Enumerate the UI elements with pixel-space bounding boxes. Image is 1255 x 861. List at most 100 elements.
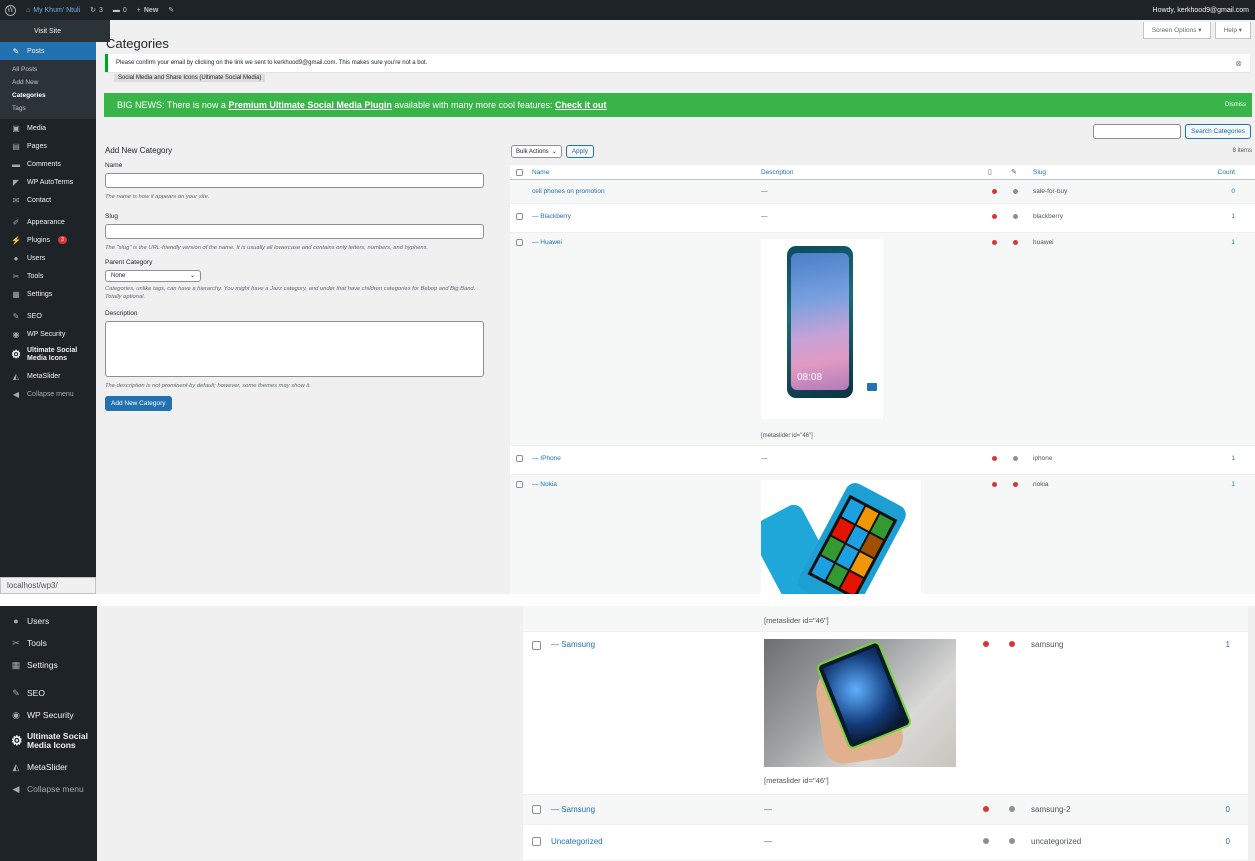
wp-logo-menu[interactable]: W xyxy=(0,0,21,20)
sidebar-item-label: Collapse menu xyxy=(27,784,84,794)
row-checkbox[interactable] xyxy=(516,481,523,488)
apply-button[interactable]: Apply xyxy=(565,145,594,158)
my-account-menu[interactable]: Howdy, kerkhood9@gmail.com xyxy=(1148,0,1255,20)
name-label: Name xyxy=(105,162,123,169)
category-count-link[interactable]: 0 xyxy=(1226,805,1230,814)
search-input[interactable] xyxy=(1093,124,1182,139)
readability-status-dot xyxy=(1009,838,1015,844)
site-name-menu[interactable]: ⌂ My Khum' Ntuli xyxy=(21,0,85,20)
sidebar-item-label: WP AutoTerms xyxy=(27,178,74,186)
sidebar-item-comments[interactable]: ▬ Comments xyxy=(0,155,96,173)
row-checkbox[interactable] xyxy=(532,805,541,814)
category-name-link[interactable]: — Samsung xyxy=(551,805,595,814)
category-name-link[interactable]: cell phones on promotion xyxy=(532,188,605,195)
category-name-link[interactable]: — Blackberry xyxy=(532,213,571,220)
visit-site-label: Visit Site xyxy=(34,27,62,35)
category-name-link[interactable]: Uncategorized xyxy=(551,837,603,846)
sidebar-item-metaslider[interactable]: ◭ MetaSlider xyxy=(0,756,97,778)
metaslider-icon: ◭ xyxy=(12,371,20,381)
sidebar-item-users[interactable]: ● Users xyxy=(0,610,97,632)
status-bar-url: localhost/wp3/ xyxy=(0,577,96,594)
sidebar-collapse-menu[interactable]: ◀ Collapse menu xyxy=(0,778,97,800)
submenu-categories[interactable]: Categories xyxy=(0,89,96,102)
column-slug[interactable]: Slug xyxy=(1033,169,1046,176)
sidebar-item-label: Users xyxy=(27,254,46,262)
dismiss-icon[interactable]: ⊗ xyxy=(1235,59,1242,68)
category-name-link[interactable]: — Huawei xyxy=(532,239,562,246)
row-checkbox[interactable] xyxy=(516,213,523,220)
sidebar-item-settings[interactable]: ▦ Settings xyxy=(0,654,97,676)
new-content-menu[interactable]: + New xyxy=(132,0,164,20)
column-description[interactable]: Description xyxy=(761,169,794,176)
updates-menu[interactable]: ↻ 3 xyxy=(85,0,108,20)
sidebar-item-wp-security[interactable]: ◉ WP Security xyxy=(0,704,97,726)
category-count-link[interactable]: 0 xyxy=(1226,837,1230,846)
sidebar-item-ultimate-social[interactable]: ⚙ Ultimate Social Media Icons xyxy=(0,343,96,367)
sidebar-item-tools[interactable]: ✂ Tools xyxy=(0,267,96,285)
select-all-checkbox[interactable] xyxy=(516,169,523,176)
sidebar-item-pages[interactable]: ▤ Pages xyxy=(0,137,96,155)
submenu-all-posts[interactable]: All Posts xyxy=(0,63,96,76)
sidebar-item-settings[interactable]: ▦ Settings xyxy=(0,285,96,303)
category-description: — xyxy=(761,213,768,220)
column-count[interactable]: Count xyxy=(1218,169,1235,176)
readability-status-dot xyxy=(1009,806,1015,812)
add-new-category-button[interactable]: Add New Category xyxy=(105,395,172,411)
row-checkbox[interactable] xyxy=(516,455,523,462)
sidebar-item-wp-security[interactable]: ◉ WP Security xyxy=(0,325,96,343)
category-count-link[interactable]: 1 xyxy=(1231,481,1235,488)
sidebar-item-label: WP Security xyxy=(27,330,66,338)
premium-plugin-link[interactable]: Premium Ultimate Social Media Plugin xyxy=(228,100,392,110)
submenu-tags[interactable]: Tags xyxy=(0,102,96,115)
category-count-link[interactable]: 1 xyxy=(1231,239,1235,246)
help-button[interactable]: Help ▾ xyxy=(1214,22,1251,39)
category-count-link[interactable]: 1 xyxy=(1231,213,1235,220)
name-input[interactable] xyxy=(105,173,484,188)
seo-status-dot xyxy=(992,240,997,245)
category-count-link[interactable]: 1 xyxy=(1231,455,1235,462)
settings-icon: ▦ xyxy=(11,659,21,670)
phone-screen: 08:08 xyxy=(791,253,849,390)
sidebar-item-metaslider[interactable]: ◭ MetaSlider xyxy=(0,367,96,385)
screen-options-button[interactable]: Screen Options ▾ xyxy=(1142,22,1211,39)
sidebar-item-contact[interactable]: ✉ Contact xyxy=(0,191,96,209)
readability-status-dot xyxy=(1009,641,1015,647)
sidebar-item-seo[interactable]: ✎ SEO xyxy=(0,307,96,325)
parent-category-select[interactable]: None ⌄ xyxy=(105,269,201,282)
seo-status-dot xyxy=(983,806,989,812)
sidebar-item-appearance[interactable]: ✐ Appearance xyxy=(0,213,96,231)
sidebar-item-wp-autoterms[interactable]: ◤ WP AutoTerms xyxy=(0,173,96,191)
bignews-dismiss-link[interactable]: Dismiss xyxy=(1225,102,1246,108)
sidebar-item-seo[interactable]: ✎ SEO xyxy=(0,682,97,704)
sidebar-item-users[interactable]: ● Users xyxy=(0,249,96,267)
slug-label: Slug xyxy=(105,213,119,221)
sidebar-collapse-menu[interactable]: ◀ Collapse menu xyxy=(0,385,96,403)
check-it-out-link[interactable]: Check it out xyxy=(555,100,607,110)
posts-submenu: All Posts Add New Categories Tags xyxy=(0,60,96,119)
category-description: — xyxy=(764,837,772,846)
visit-site-link[interactable]: Visit Site xyxy=(0,20,110,42)
column-name[interactable]: Name xyxy=(532,169,549,176)
comments-menu[interactable]: ▬ 0 xyxy=(108,0,132,20)
row-checkbox[interactable] xyxy=(532,641,541,650)
seo-bar-menu[interactable]: ✎ xyxy=(163,0,179,20)
screenshot-separator xyxy=(0,594,1255,606)
row-checkbox[interactable] xyxy=(532,837,541,846)
search-categories-button[interactable]: Search Categories xyxy=(1185,124,1251,139)
category-count-link[interactable]: 0 xyxy=(1231,188,1235,195)
admin-sidebar-scrolled: ● Users ✂ Tools ▦ Settings ✎ SEO ◉ WP Securit… xyxy=(0,606,97,861)
sidebar-item-ultimate-social[interactable]: ⚙ Ultimate Social Media Icons xyxy=(0,726,97,756)
sidebar-item-plugins[interactable]: ⚡ Plugins 3 xyxy=(0,231,96,249)
bulk-actions-select[interactable]: Bulk Actions ⌄ xyxy=(511,145,562,158)
description-textarea[interactable] xyxy=(105,320,484,377)
sidebar-item-media[interactable]: ▣ Media xyxy=(0,119,96,137)
category-name-link[interactable]: — IPhone xyxy=(532,455,561,462)
submenu-add-new[interactable]: Add New xyxy=(0,76,96,89)
row-checkbox[interactable] xyxy=(516,239,523,246)
category-name-link[interactable]: — Nokia xyxy=(532,481,557,488)
slug-input[interactable] xyxy=(105,224,484,240)
sidebar-item-posts[interactable]: ✎ Posts xyxy=(0,42,96,60)
category-name-link[interactable]: — Samsung xyxy=(551,640,595,649)
category-count-link[interactable]: 1 xyxy=(1226,640,1230,649)
sidebar-item-tools[interactable]: ✂ Tools xyxy=(0,632,97,654)
